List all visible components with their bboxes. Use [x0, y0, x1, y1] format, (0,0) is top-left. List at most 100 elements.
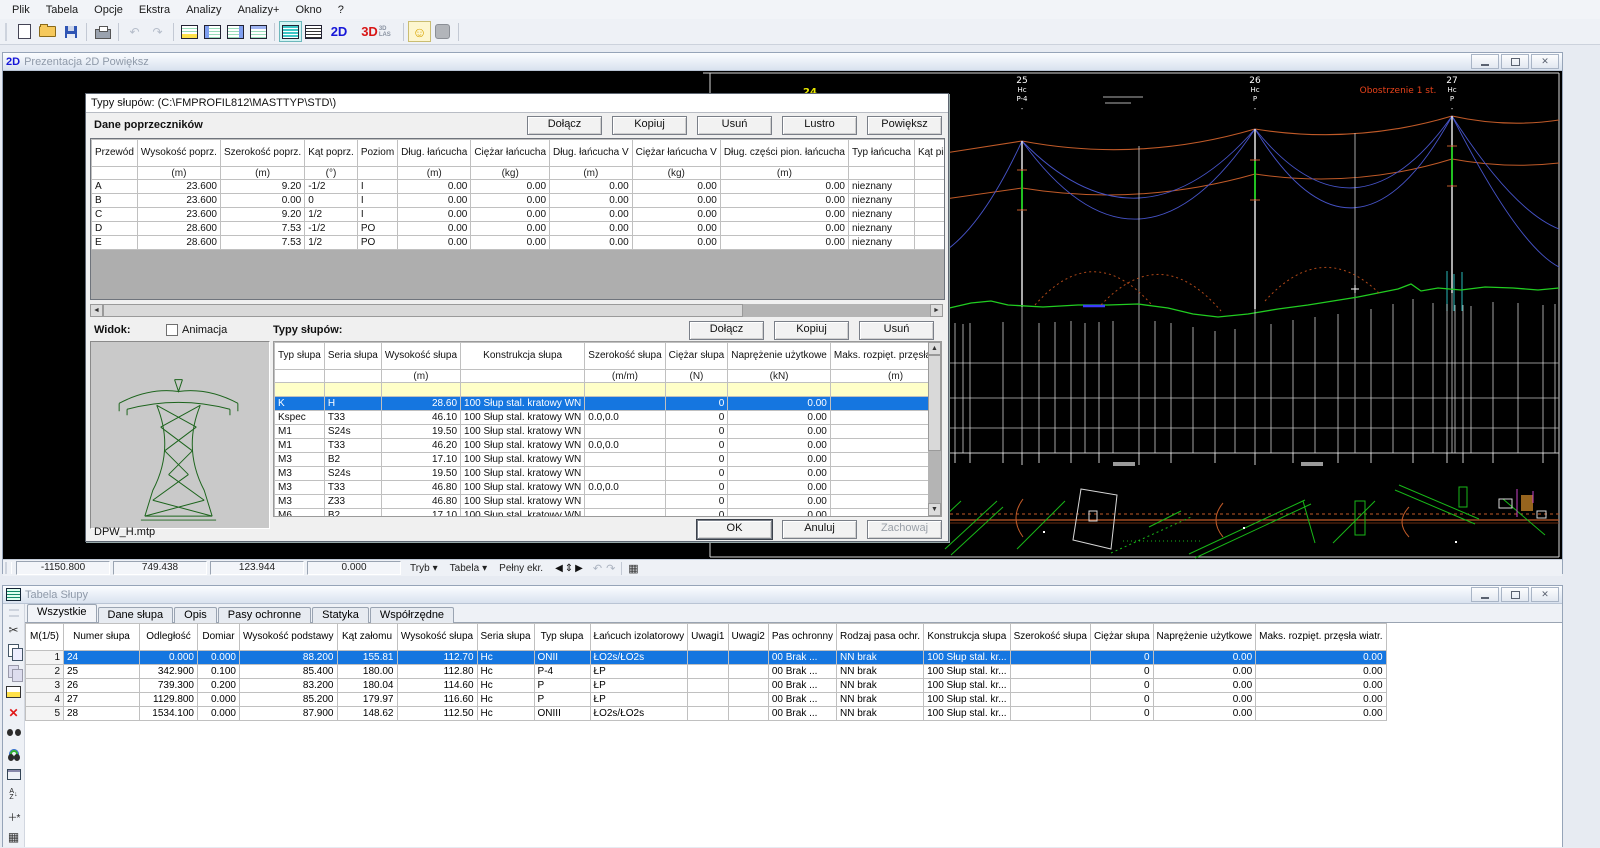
- table-row[interactable]: 4 27 1129.800 0.000 85.200 179.97 116.60 Hc P ŁP 0…: [25, 692, 1387, 707]
- cell[interactable]: 0.00: [719, 221, 850, 236]
- grid-toggle-icon[interactable]: ▦: [621, 561, 644, 575]
- save-button[interactable]: Zachowaj: [867, 520, 942, 539]
- cell[interactable]: PO: [356, 221, 399, 236]
- cell[interactable]: 85.400: [239, 664, 338, 679]
- paste-button[interactable]: [4, 661, 24, 683]
- cell[interactable]: 0.00: [1255, 650, 1387, 665]
- cell[interactable]: 0: [664, 410, 729, 425]
- cell[interactable]: 2: [25, 664, 64, 679]
- cell[interactable]: 0: [664, 452, 729, 467]
- cell[interactable]: 0.00: [719, 207, 850, 222]
- cell[interactable]: 00 Brak ...: [767, 650, 838, 665]
- cell[interactable]: 0.00: [549, 207, 633, 222]
- window-2d-titlebar[interactable]: 2D Prezentacja 2D Powiększ ✕: [3, 53, 1562, 71]
- cell[interactable]: 0.00: [727, 424, 831, 439]
- cell[interactable]: 0.00: [829, 466, 928, 481]
- cell[interactable]: [584, 424, 666, 439]
- pan-arrows[interactable]: ◀⇕▶: [549, 563, 591, 574]
- cell[interactable]: 0.00: [727, 508, 831, 516]
- cell[interactable]: 114.60: [396, 678, 478, 693]
- copy-button[interactable]: [4, 641, 24, 662]
- cell[interactable]: E: [91, 235, 138, 250]
- cell[interactable]: 0.00: [470, 221, 551, 236]
- cell[interactable]: 9.20: [219, 179, 306, 194]
- cell[interactable]: ŁO2s/ŁO2s: [589, 650, 689, 665]
- cell[interactable]: 100 Słup stal. kr...: [923, 692, 1011, 707]
- cell[interactable]: 739.300: [139, 678, 198, 693]
- scroll-right-icon[interactable]: ►: [930, 304, 943, 317]
- cell[interactable]: 342.900: [139, 664, 198, 679]
- cell[interactable]: M1: [274, 424, 325, 439]
- cell[interactable]: nieznany: [848, 221, 915, 236]
- cell[interactable]: 0.00: [1152, 664, 1257, 679]
- cell[interactable]: 100 Słup stal. kr...: [923, 706, 1011, 721]
- table-window-titlebar[interactable]: Tabela Słupy ✕: [3, 586, 1562, 604]
- cell[interactable]: 1: [25, 650, 64, 665]
- cell[interactable]: 0.00: [829, 494, 928, 509]
- enlarge-button[interactable]: Powiększ: [867, 116, 942, 135]
- mirror-button[interactable]: Lustro: [782, 116, 857, 135]
- cell[interactable]: 100 Słup stal. kratowy WN: [460, 396, 586, 411]
- cell[interactable]: [584, 494, 666, 509]
- cell[interactable]: [584, 452, 666, 467]
- cell[interactable]: 0.00: [829, 438, 928, 453]
- cell[interactable]: 155.81: [336, 650, 398, 665]
- menu-item-8[interactable]: ?: [330, 2, 352, 18]
- toolbar-grip[interactable]: [8, 609, 19, 617]
- cell[interactable]: NN brak: [836, 692, 925, 707]
- cell[interactable]: ŁO2s/ŁO2s: [589, 706, 689, 721]
- cell[interactable]: T33: [323, 480, 382, 495]
- cell[interactable]: 0.200: [197, 678, 240, 693]
- cell[interactable]: 28: [63, 706, 140, 721]
- cell[interactable]: NN brak: [836, 650, 925, 665]
- cell[interactable]: P-4: [533, 664, 591, 679]
- cell[interactable]: 17.10: [380, 508, 462, 516]
- cell[interactable]: [829, 382, 928, 397]
- cell[interactable]: M3: [274, 452, 325, 467]
- cell[interactable]: 0: [1089, 650, 1154, 665]
- cell[interactable]: 0.00: [1255, 678, 1387, 693]
- table-row[interactable]: M6B217.10100 Słup stal. kratowy WN00.000…: [274, 508, 928, 516]
- table-row[interactable]: 1 24 0.000 0.000 88.200 155.81 112.70 Hc ONII ŁO2…: [25, 650, 1387, 665]
- table-row[interactable]: M1 S24s 19.50 100 Słup stal. kratowy WN 0 0.0…: [274, 424, 928, 439]
- cell[interactable]: 0: [1089, 664, 1154, 679]
- cell[interactable]: Hc: [476, 706, 535, 721]
- tab-1[interactable]: Wszystkie: [27, 604, 97, 622]
- undo-button[interactable]: ↶: [123, 21, 146, 42]
- cell[interactable]: [584, 508, 666, 516]
- scrollbar-thumb[interactable]: [928, 355, 941, 451]
- cell[interactable]: [687, 678, 729, 693]
- cell[interactable]: 23.600: [136, 193, 221, 208]
- cell[interactable]: 24: [63, 650, 140, 665]
- cell[interactable]: 0.00: [829, 508, 928, 516]
- close-button[interactable]: ✕: [1531, 54, 1559, 69]
- attach-button[interactable]: Dołącz: [527, 116, 602, 135]
- table-row[interactable]: A 23.600 9.20 -1/2 I 0.00 0.00 0.00 0.00 0.00 niez…: [91, 179, 944, 194]
- minimize-button[interactable]: [1471, 54, 1499, 69]
- cell[interactable]: 46.10: [380, 410, 462, 425]
- table-row[interactable]: D 28.600 7.53 -1/2 PO 0.00 0.00 0.00 0.00 0.00 nie…: [91, 221, 944, 236]
- cell[interactable]: 19.50: [380, 466, 462, 481]
- cell[interactable]: I: [356, 179, 399, 194]
- print-button[interactable]: [91, 21, 114, 42]
- cell[interactable]: [687, 692, 729, 707]
- cell[interactable]: 0.00: [1152, 650, 1257, 665]
- disabled-smiley-button[interactable]: [431, 21, 454, 42]
- cell[interactable]: T33: [323, 410, 382, 425]
- cell[interactable]: C: [91, 207, 138, 222]
- table-row[interactable]: C 23.600 9.20 1/2 I 0.00 0.00 0.00 0.00 0.00 niezn…: [91, 207, 944, 222]
- cell[interactable]: 100 Słup stal. kr...: [923, 650, 1011, 665]
- cell[interactable]: P: [533, 678, 591, 693]
- cell[interactable]: [274, 382, 325, 397]
- poles-table-body[interactable]: 1 24 0.000 0.000 88.200 155.81 112.70 Hc ONII ŁO2…: [25, 650, 1387, 721]
- cell[interactable]: 26: [63, 678, 140, 693]
- cell[interactable]: 112.80: [396, 664, 478, 679]
- cell[interactable]: 112.50: [396, 706, 478, 721]
- h-scrollbar[interactable]: ◄ ►: [90, 304, 943, 317]
- cell[interactable]: 23.600: [136, 179, 221, 194]
- cell[interactable]: 0: [664, 424, 729, 439]
- cell[interactable]: M1: [274, 438, 325, 453]
- statusbar-grip[interactable]: [5, 562, 12, 574]
- cell[interactable]: 5: [25, 706, 64, 721]
- cell[interactable]: 0.000: [139, 650, 198, 665]
